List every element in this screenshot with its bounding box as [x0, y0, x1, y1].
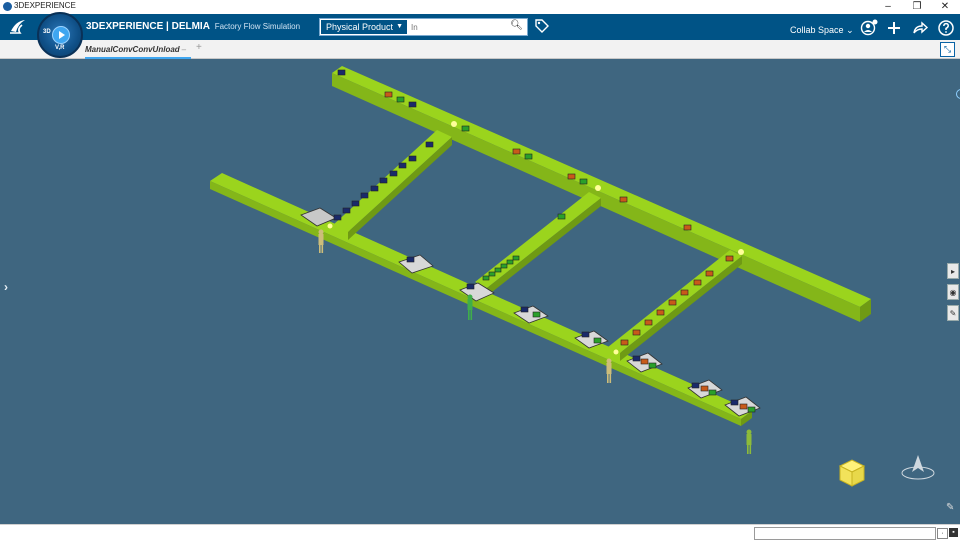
tab-bar: ManualConvConvUnload – + — [0, 40, 960, 59]
tab-manual-conv-unload[interactable]: ManualConvConvUnload – — [85, 43, 191, 59]
compass-3d-label: 3D — [43, 29, 51, 35]
app-logo-icon — [3, 2, 12, 11]
panel-toggle-icon[interactable] — [956, 89, 960, 99]
collab-space-label: Collab Space — [790, 25, 844, 35]
expand-icon[interactable]: ⤡ — [940, 42, 955, 57]
help-icon[interactable] — [937, 19, 955, 37]
brand-bold: 3DEXPERIENCE | DELMIA — [86, 21, 210, 32]
command-options-icon[interactable]: · — [937, 528, 948, 539]
window-title: 3DEXPERIENCE — [14, 1, 76, 10]
compass-button[interactable]: 3D V,R — [37, 12, 83, 58]
close-icon[interactable]: – — [182, 45, 186, 54]
conveyor-network — [210, 66, 871, 426]
plus-icon[interactable] — [885, 19, 903, 37]
search-input[interactable] — [408, 20, 511, 34]
operator-figure — [746, 429, 752, 454]
chevron-down-icon: ▼ — [396, 23, 403, 30]
search-scope-label: Physical Product — [326, 22, 394, 32]
compass-vr-label: V,R — [55, 45, 65, 51]
add-tab-button[interactable]: + — [196, 42, 202, 53]
close-button[interactable]: ✕ — [931, 0, 959, 14]
search-icon[interactable]: 🔍︎ — [510, 20, 523, 31]
brand-title: 3DEXPERIENCE | DELMIA Factory Flow Simul… — [86, 21, 300, 32]
factory-scene — [210, 66, 935, 487]
pen-icon[interactable]: ✎ — [946, 502, 954, 513]
restore-button[interactable]: ❐ — [903, 0, 931, 14]
tab-label: ManualConvConvUnload — [85, 45, 180, 54]
play-icon[interactable] — [52, 26, 70, 44]
expand-left-panel-icon[interactable]: › — [4, 280, 8, 294]
share-icon[interactable] — [911, 19, 929, 37]
user-icon[interactable] — [860, 19, 878, 37]
collab-space-dropdown[interactable]: Collab Space ⌄ — [790, 25, 854, 36]
chevron-down-icon: ⌄ — [846, 25, 854, 35]
view-cube-icon[interactable] — [838, 459, 866, 487]
camera-icon[interactable]: ◉ — [947, 284, 959, 300]
operator-figure — [318, 229, 324, 253]
command-close-icon[interactable]: ▪ — [949, 528, 958, 537]
operator-figure — [467, 294, 473, 320]
command-input[interactable] — [754, 527, 936, 540]
annotation-tool-icon[interactable]: ✎ — [947, 305, 959, 321]
app-name: Factory Flow Simulation — [214, 22, 301, 31]
compass-rose-icon[interactable] — [901, 455, 935, 480]
window-title-bar: 3DEXPERIENCE – ❐ ✕ — [0, 0, 960, 15]
search-scope-dropdown[interactable]: Physical Product ▼ — [321, 20, 407, 34]
media-tool-icon[interactable]: ▸ — [947, 263, 959, 279]
3d-viewport[interactable] — [0, 59, 960, 524]
operator-figure — [606, 358, 612, 383]
search-box: Physical Product ▼ 🔍︎ — [319, 18, 528, 36]
chevron-up-icon[interactable]: ︿ — [474, 516, 484, 531]
minimize-button[interactable]: – — [874, 0, 902, 14]
tag-icon[interactable] — [535, 19, 549, 36]
dassault-logo-icon[interactable] — [8, 17, 28, 35]
status-bar: ︿ · ▪ — [0, 520, 960, 541]
